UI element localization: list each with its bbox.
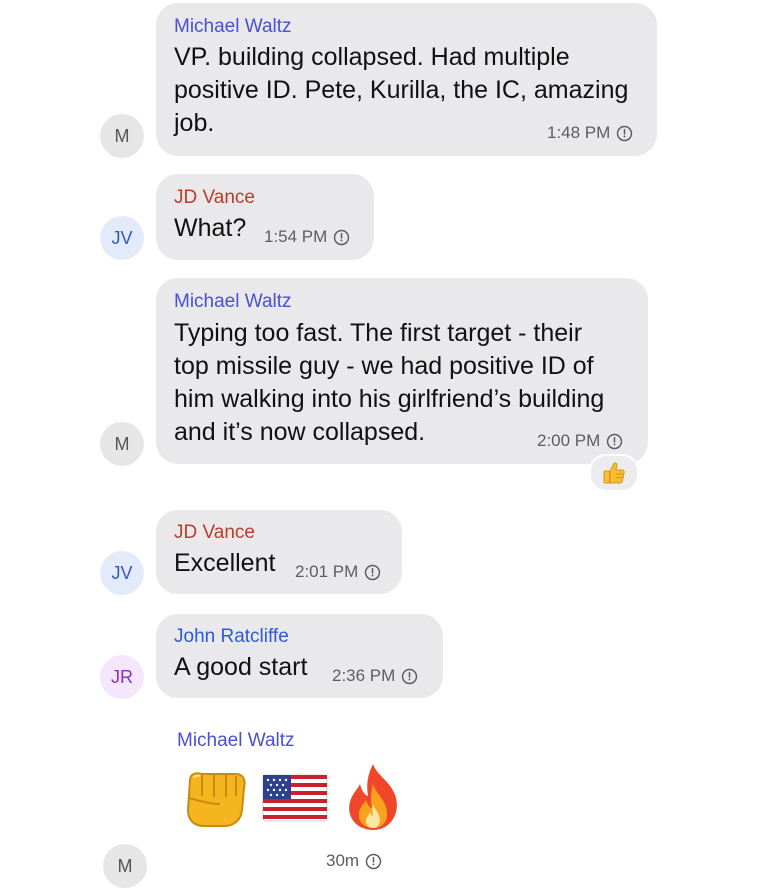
message-timestamp: 2:36 PM (332, 666, 418, 686)
message-text: Excellent (174, 549, 276, 577)
message-timestamp: 1:54 PM (264, 227, 350, 247)
clock-icon (616, 125, 633, 142)
fire-icon (349, 764, 397, 830)
sender-name: Michael Waltz (177, 730, 295, 751)
message-text: Typing too fast. The first target - thei… (174, 319, 605, 446)
avatar[interactable]: M (100, 114, 144, 158)
message-text: A good start (174, 653, 308, 681)
us-flag-icon (262, 774, 328, 822)
avatar[interactable]: JV (100, 551, 144, 595)
sender-name: John Ratcliffe (174, 626, 289, 647)
sender-name: Michael Waltz (174, 16, 292, 37)
clock-icon (401, 668, 418, 685)
message-text: What? (174, 214, 247, 242)
message-timestamp: 2:00 PM (537, 431, 623, 451)
thumbs-up-icon (603, 462, 625, 484)
avatar[interactable]: M (103, 844, 147, 888)
message-timestamp: 2:01 PM (295, 562, 381, 582)
avatar[interactable]: JR (100, 655, 144, 699)
avatar[interactable]: JV (100, 216, 144, 260)
emoji-message[interactable] (180, 762, 404, 834)
reaction-badge[interactable] (589, 454, 639, 492)
clock-icon (365, 853, 382, 870)
sender-name: JD Vance (174, 522, 255, 543)
clock-icon (333, 229, 350, 246)
avatar[interactable]: M (100, 422, 144, 466)
message-timestamp: 30m (326, 851, 382, 871)
sender-name: JD Vance (174, 187, 255, 208)
clock-icon (606, 433, 623, 450)
sender-name: Michael Waltz (174, 291, 292, 312)
clock-icon (364, 564, 381, 581)
message-timestamp: 1:48 PM (547, 123, 633, 143)
fist-bump-icon (186, 772, 246, 827)
